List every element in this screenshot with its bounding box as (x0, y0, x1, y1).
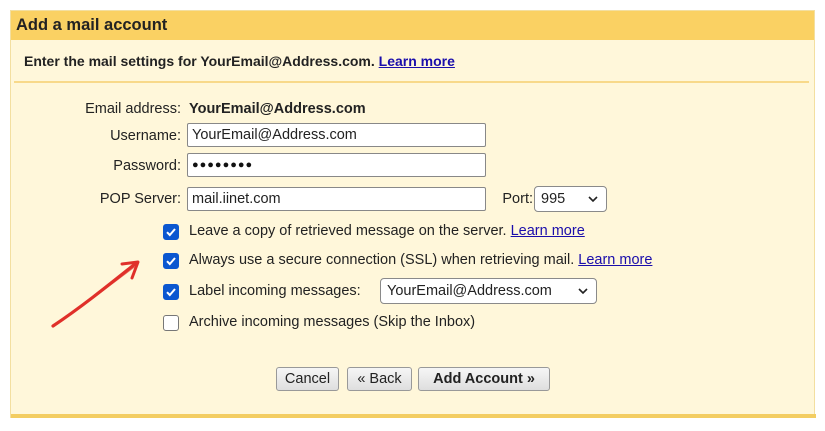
leave-copy-option: Leave a copy of retrieved message on the… (189, 223, 585, 239)
learn-more-link[interactable]: Learn more (379, 53, 455, 69)
ssl-learn-more-link[interactable]: Learn more (578, 252, 652, 268)
email-address-label: Email address: (85, 101, 181, 117)
pop-server-input[interactable] (187, 187, 486, 211)
chevron-down-icon (578, 279, 588, 312)
label-select[interactable]: YourEmail@Address.com (380, 278, 597, 304)
bottom-divider (11, 414, 816, 418)
checkmark-icon (166, 288, 176, 297)
ssl-label: Always use a secure connection (SSL) whe… (189, 252, 575, 268)
port-select[interactable]: 995 (534, 186, 607, 212)
archive-checkbox[interactable] (163, 315, 179, 331)
dialog-subtitle: Enter the mail settings for YourEmail@Ad… (24, 53, 455, 69)
ssl-checkbox[interactable] (163, 253, 179, 269)
email-address-value: YourEmail@Address.com (189, 101, 366, 117)
cancel-button[interactable]: Cancel (276, 367, 339, 391)
port-label: Port: (502, 191, 533, 207)
port-value: 995 (541, 191, 566, 207)
label-incoming-checkbox[interactable] (163, 284, 179, 300)
ssl-option: Always use a secure connection (SSL) whe… (189, 252, 652, 268)
subtitle-text: Enter the mail settings for YourEmail@Ad… (24, 53, 375, 69)
username-input[interactable] (187, 123, 486, 147)
dialog-title: Add a mail account (11, 11, 814, 40)
annotation-arrow-icon (51, 260, 140, 328)
archive-label: Archive incoming messages (Skip the Inbo… (189, 314, 476, 330)
password-input[interactable]: ●●●●●●●● (187, 153, 486, 177)
add-mail-account-dialog: Add a mail account Enter the mail settin… (10, 10, 816, 418)
divider (14, 81, 809, 83)
leave-copy-checkbox[interactable] (163, 224, 179, 240)
leave-copy-learn-more-link[interactable]: Learn more (511, 223, 585, 239)
pop-server-label: POP Server: (99, 191, 181, 207)
username-label: Username: (110, 128, 181, 144)
back-button[interactable]: « Back (347, 367, 412, 391)
password-label: Password: (113, 158, 181, 174)
chevron-down-icon (588, 187, 598, 220)
leave-copy-label: Leave a copy of retrieved message on the… (189, 223, 507, 239)
label-select-value: YourEmail@Address.com (387, 283, 552, 299)
checkmark-icon (166, 228, 176, 237)
add-account-button[interactable]: Add Account » (418, 367, 550, 391)
label-incoming-label: Label incoming messages: (189, 283, 361, 299)
checkmark-icon (166, 257, 176, 266)
